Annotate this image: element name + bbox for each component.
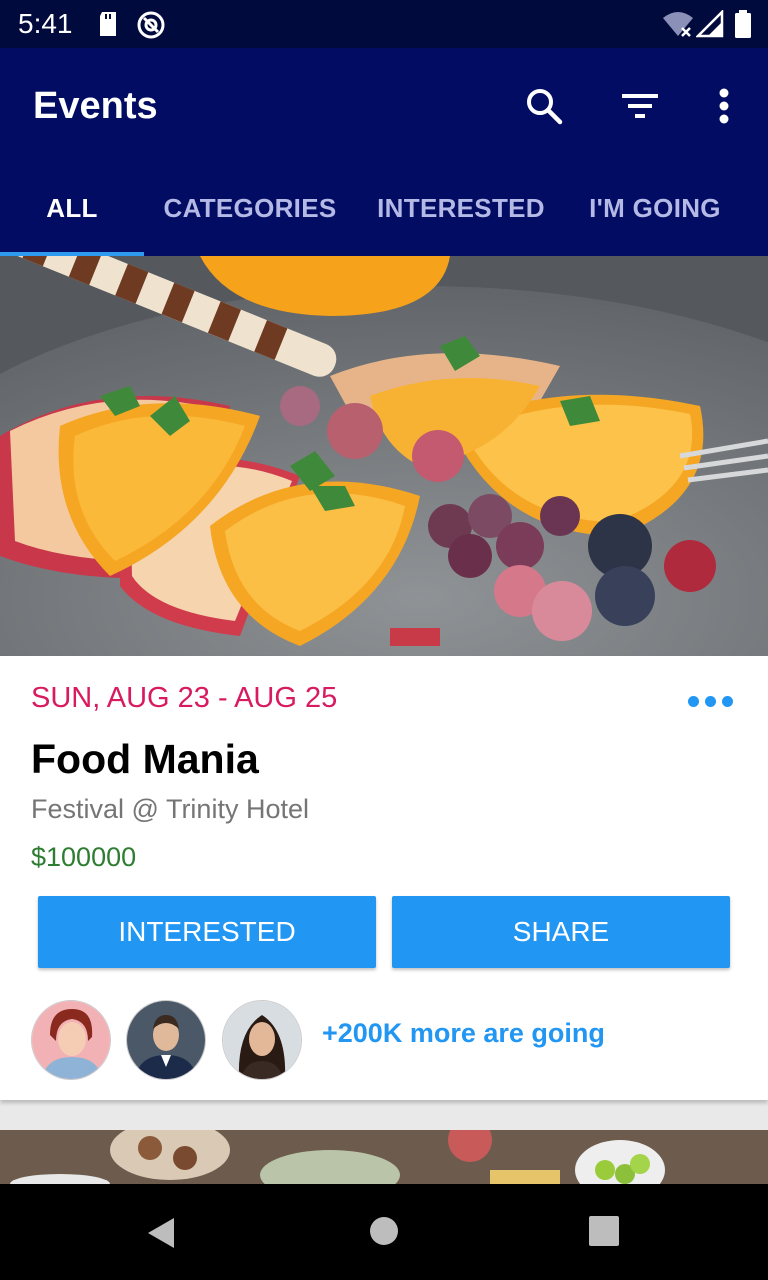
filter-icon — [622, 94, 658, 118]
avatar[interactable] — [31, 1000, 111, 1080]
tab-bar: ALL CATEGORIES INTERESTED I'M GOING — [0, 160, 768, 256]
signal-icon — [694, 8, 724, 43]
share-button[interactable]: SHARE — [392, 896, 730, 968]
app-bar: Events ALL CATEGORIES INTERESTED I'M GOI… — [0, 48, 768, 256]
filter-button[interactable] — [616, 82, 664, 130]
status-bar: 5:41 — [0, 0, 768, 48]
back-icon[interactable] — [146, 1216, 176, 1255]
overflow-menu-button[interactable] — [700, 82, 748, 130]
more-horiz-icon[interactable] — [688, 696, 733, 707]
vpn-icon — [136, 10, 166, 45]
wifi-icon — [662, 10, 694, 43]
home-icon[interactable] — [369, 1216, 399, 1251]
more-vert-icon — [719, 88, 729, 124]
next-event-image[interactable] — [0, 1130, 768, 1184]
recents-icon[interactable] — [589, 1216, 619, 1251]
system-nav-bar — [0, 1184, 768, 1280]
event-title: Food Mania — [31, 736, 259, 782]
search-button[interactable] — [520, 82, 568, 130]
event-subtitle: Festival @ Trinity Hotel — [31, 794, 309, 824]
interested-button[interactable]: INTERESTED — [38, 896, 376, 968]
event-card: SUN, AUG 23 - AUG 25 Food Mania Festival… — [0, 656, 768, 1100]
battery-icon — [734, 10, 752, 43]
page-title: Events — [33, 85, 158, 127]
fruit-plate-illustration — [0, 256, 768, 656]
event-price: $100000 — [31, 842, 137, 872]
search-icon — [527, 89, 563, 125]
event-image[interactable] — [0, 256, 768, 656]
tab-all[interactable]: ALL — [0, 160, 144, 256]
tab-interested[interactable]: INTERESTED — [356, 160, 566, 256]
sd-card-icon — [96, 10, 120, 43]
status-time: 5:41 — [18, 8, 73, 39]
going-count[interactable]: +200K more are going — [322, 1018, 605, 1049]
event-date: SUN, AUG 23 - AUG 25 — [31, 682, 338, 714]
tab-categories[interactable]: CATEGORIES — [144, 160, 356, 256]
avatar[interactable] — [222, 1000, 302, 1080]
avatar[interactable] — [126, 1000, 206, 1080]
tab-im-going[interactable]: I'M GOING — [566, 160, 744, 256]
